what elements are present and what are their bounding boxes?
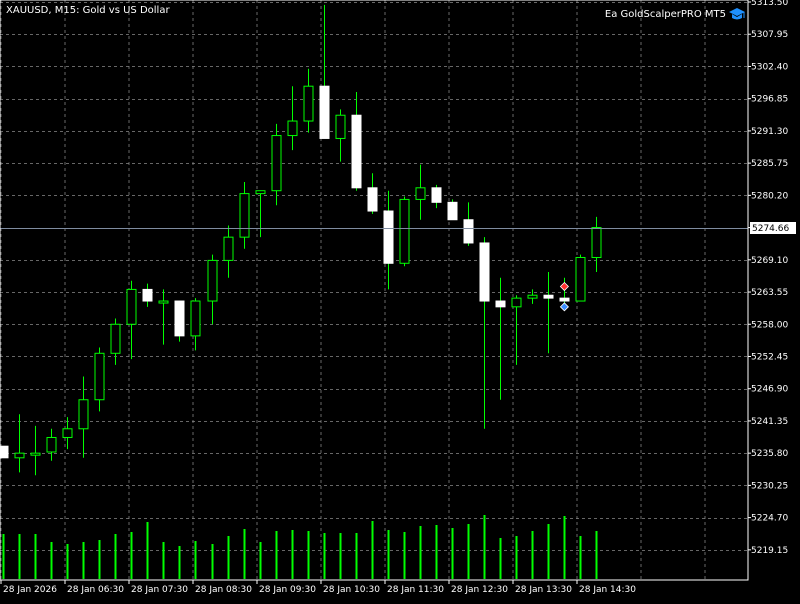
current-price-label: 5274.66 (752, 224, 789, 234)
candle-body-bear (174, 300, 185, 337)
trading-chart[interactable]: 5313.50 5307.95 5302.40 5296.85 5291.30 5285.… (0, 0, 800, 600)
candle-body-bull (62, 428, 73, 438)
candle-body-bear (0, 445, 9, 459)
time-axis-label: 28 Jan 11:30 (387, 585, 444, 595)
candle-body-bear (463, 219, 474, 244)
candle-body-bull (511, 297, 522, 308)
candle-body-bull (78, 399, 89, 430)
candle-body-bull (94, 352, 105, 401)
candle-body-bull (190, 300, 201, 337)
candle-body-bear (383, 210, 394, 264)
chart-canvas[interactable]: 5313.50 5307.95 5302.40 5296.85 5291.30 5285.… (0, 0, 800, 600)
candle-body-bull (110, 323, 121, 354)
time-axis-label: 28 Jan 09:30 (259, 585, 316, 595)
chart-background (0, 0, 800, 600)
price-axis-label: 5291.30 (751, 127, 788, 137)
candle-body-bear (367, 187, 378, 212)
price-axis-label: 5258.00 (751, 320, 788, 330)
time-axis-label: 28 Jan 14:30 (579, 585, 636, 595)
candle-body-bull (415, 187, 426, 200)
price-axis-label: 5307.95 (751, 30, 788, 40)
candle-body-bear (495, 300, 506, 308)
candle-body-bull (287, 120, 298, 137)
candle-body-bull (335, 114, 346, 139)
candle-body-bull (399, 198, 410, 264)
price-axis-label: 5263.55 (751, 288, 788, 298)
price-axis-label: 5246.90 (751, 385, 788, 395)
time-axis-label: 28 Jan 2026 (3, 585, 57, 595)
candle-body-bull (303, 85, 314, 122)
candle-body-bull (207, 259, 218, 302)
time-axis-label: 28 Jan 13:30 (515, 585, 572, 595)
price-axis-label: 5252.45 (751, 352, 788, 362)
price-axis-label: 5235.80 (751, 449, 788, 459)
candle-body-bear (543, 294, 554, 299)
price-axis-label: 5296.85 (751, 95, 788, 105)
candle[interactable] (447, 199, 458, 221)
price-axis-label: 5224.70 (751, 514, 788, 524)
candle-body-bull (158, 300, 169, 304)
candle-body-bull (126, 288, 137, 325)
time-axis-label: 28 Jan 07:30 (131, 585, 188, 595)
candle-body-bear (142, 288, 153, 302)
candle-body-bear (447, 201, 458, 221)
candle-body-bull (46, 436, 57, 453)
symbol-title: XAUUSD, M15: Gold vs US Dollar (6, 5, 170, 16)
candle-body-bull (527, 294, 538, 299)
candle-body-bear (319, 85, 330, 139)
candle-body-bull (30, 452, 41, 456)
candle-body-bear (351, 114, 362, 189)
candle[interactable] (0, 445, 9, 459)
time-axis-label: 28 Jan 06:30 (67, 585, 124, 595)
price-axis-label: 5313.50 (751, 0, 788, 8)
price-axis-label: 5241.35 (751, 417, 788, 427)
candle[interactable] (575, 254, 586, 302)
price-axis-label: 5302.40 (751, 62, 788, 72)
price-axis-label: 5269.10 (751, 256, 788, 266)
candle[interactable] (399, 196, 410, 267)
price-axis-label: 5280.20 (751, 191, 788, 201)
ea-name-label[interactable]: Ea GoldScalperPRO MT5 (605, 9, 726, 20)
candle-body-bull (239, 193, 250, 238)
time-axis-label: 28 Jan 10:30 (323, 585, 380, 595)
candle[interactable] (174, 300, 185, 342)
price-axis-label: 5219.15 (751, 546, 788, 556)
candle-body-bull (14, 452, 25, 459)
candle-body-bear (431, 187, 442, 203)
candle-body-bull (575, 256, 586, 302)
candle-body-bull (591, 227, 602, 258)
candle-body-bear (479, 242, 490, 302)
candle-body-bear (559, 297, 570, 302)
time-axis-label: 28 Jan 12:30 (451, 585, 508, 595)
price-axis-label: 5285.75 (751, 159, 788, 169)
price-axis-label: 5230.25 (751, 481, 788, 491)
time-axis-label: 28 Jan 08:30 (195, 585, 252, 595)
candle-body-bull (271, 135, 282, 192)
candle-body-bull (223, 236, 234, 261)
candle-body-bull (255, 190, 266, 195)
